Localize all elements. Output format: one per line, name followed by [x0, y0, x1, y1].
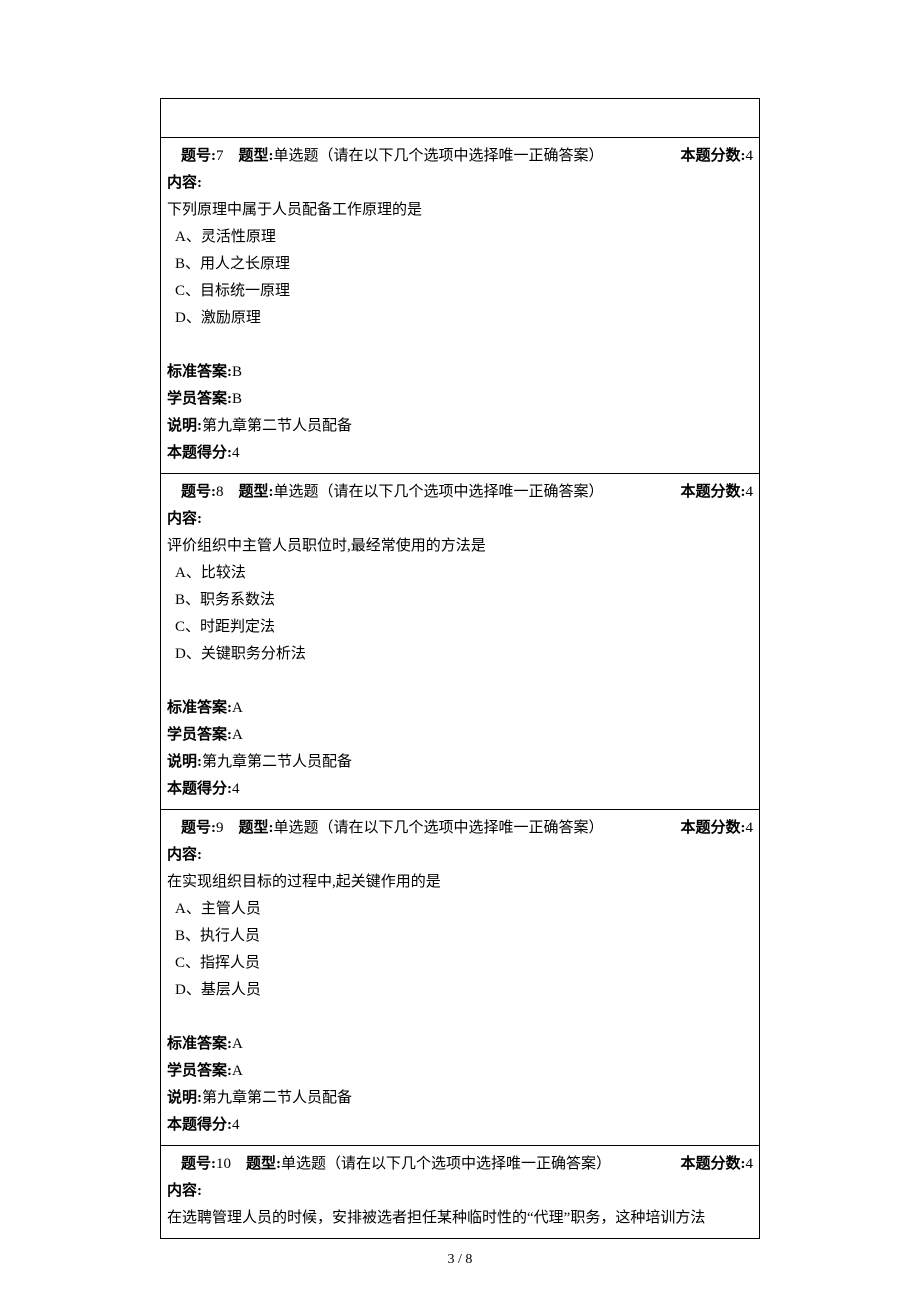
option-c: C、目标统一原理: [167, 278, 753, 305]
option-a: A、灵活性原理: [167, 224, 753, 251]
earned-label: 本题得分:: [167, 1117, 232, 1133]
option-a: A、比较法: [167, 560, 753, 587]
question-block: 题号:10 题型:单选题（请在以下几个选项中选择唯一正确答案） 本题分数:4 内…: [161, 1145, 759, 1238]
std-ans-label: 标准答案:: [167, 364, 232, 380]
question-block: 题号:9 题型:单选题（请在以下几个选项中选择唯一正确答案） 本题分数:4 内容…: [161, 809, 759, 1145]
qtype-label: 题型:: [239, 484, 274, 500]
std-ans-value: A: [232, 700, 243, 716]
qscore-value: 4: [746, 1156, 754, 1172]
qtype-value: 单选题（请在以下几个选项中选择唯一正确答案）: [274, 148, 604, 164]
qnum-label: 题号:: [181, 148, 216, 164]
stu-ans-label: 学员答案:: [167, 391, 232, 407]
std-ans-value: B: [232, 364, 242, 380]
spacer-row: [161, 99, 759, 137]
earned-value: 4: [232, 1117, 240, 1133]
option-c: C、指挥人员: [167, 950, 753, 977]
question-stem: 下列原理中属于人员配备工作原理的是: [167, 197, 753, 224]
option-b: B、执行人员: [167, 923, 753, 950]
std-ans-value: A: [232, 1036, 243, 1052]
content-label: 内容:: [167, 1183, 202, 1199]
std-ans-label: 标准答案:: [167, 700, 232, 716]
qscore-label: 本题分数:: [681, 820, 746, 836]
note-value: 第九章第二节人员配备: [202, 754, 352, 770]
note-label: 说明:: [167, 754, 202, 770]
option-d: D、激励原理: [167, 305, 753, 332]
question-stem: 在实现组织目标的过程中,起关键作用的是: [167, 869, 753, 896]
question-block: 题号:8 题型:单选题（请在以下几个选项中选择唯一正确答案） 本题分数:4 内容…: [161, 473, 759, 809]
stu-ans-value: A: [232, 1063, 243, 1079]
qtype-value: 单选题（请在以下几个选项中选择唯一正确答案）: [281, 1156, 611, 1172]
stu-ans-label: 学员答案:: [167, 727, 232, 743]
content-label: 内容:: [167, 511, 202, 527]
question-block: 题号:7 题型:单选题（请在以下几个选项中选择唯一正确答案） 本题分数:4 内容…: [161, 137, 759, 473]
note-value: 第九章第二节人员配备: [202, 418, 352, 434]
qnum-value: 10: [216, 1156, 231, 1172]
qscore-value: 4: [746, 148, 754, 164]
qscore-label: 本题分数:: [681, 1156, 746, 1172]
qnum-value: 9: [216, 820, 224, 836]
qtype-value: 单选题（请在以下几个选项中选择唯一正确答案）: [274, 820, 604, 836]
qtype-label: 题型:: [239, 820, 274, 836]
qnum-label: 题号:: [181, 820, 216, 836]
qscore-value: 4: [746, 484, 754, 500]
std-ans-label: 标准答案:: [167, 1036, 232, 1052]
qnum-value: 7: [216, 148, 224, 164]
earned-value: 4: [232, 445, 240, 461]
qscore-label: 本题分数:: [681, 148, 746, 164]
earned-value: 4: [232, 781, 240, 797]
note-value: 第九章第二节人员配备: [202, 1090, 352, 1106]
page-number: 3 / 8: [160, 1247, 760, 1272]
qscore-label: 本题分数:: [681, 484, 746, 500]
content-label: 内容:: [167, 847, 202, 863]
earned-label: 本题得分:: [167, 781, 232, 797]
option-d: D、关键职务分析法: [167, 641, 753, 668]
qtype-value: 单选题（请在以下几个选项中选择唯一正确答案）: [274, 484, 604, 500]
option-b: B、用人之长原理: [167, 251, 753, 278]
option-d: D、基层人员: [167, 977, 753, 1004]
qnum-label: 题号:: [181, 484, 216, 500]
option-b: B、职务系数法: [167, 587, 753, 614]
content-label: 内容:: [167, 175, 202, 191]
question-stem: 评价组织中主管人员职位时,最经常使用的方法是: [167, 533, 753, 560]
note-label: 说明:: [167, 418, 202, 434]
stu-ans-value: B: [232, 391, 242, 407]
option-a: A、主管人员: [167, 896, 753, 923]
earned-label: 本题得分:: [167, 445, 232, 461]
stu-ans-label: 学员答案:: [167, 1063, 232, 1079]
qnum-label: 题号:: [181, 1156, 216, 1172]
qtype-label: 题型:: [246, 1156, 281, 1172]
qtype-label: 题型:: [239, 148, 274, 164]
option-c: C、时距判定法: [167, 614, 753, 641]
qscore-value: 4: [746, 820, 754, 836]
question-stem: 在选聘管理人员的时候，安排被选者担任某种临时性的“代理”职务，这种培训方法: [167, 1205, 753, 1232]
qnum-value: 8: [216, 484, 224, 500]
stu-ans-value: A: [232, 727, 243, 743]
note-label: 说明:: [167, 1090, 202, 1106]
